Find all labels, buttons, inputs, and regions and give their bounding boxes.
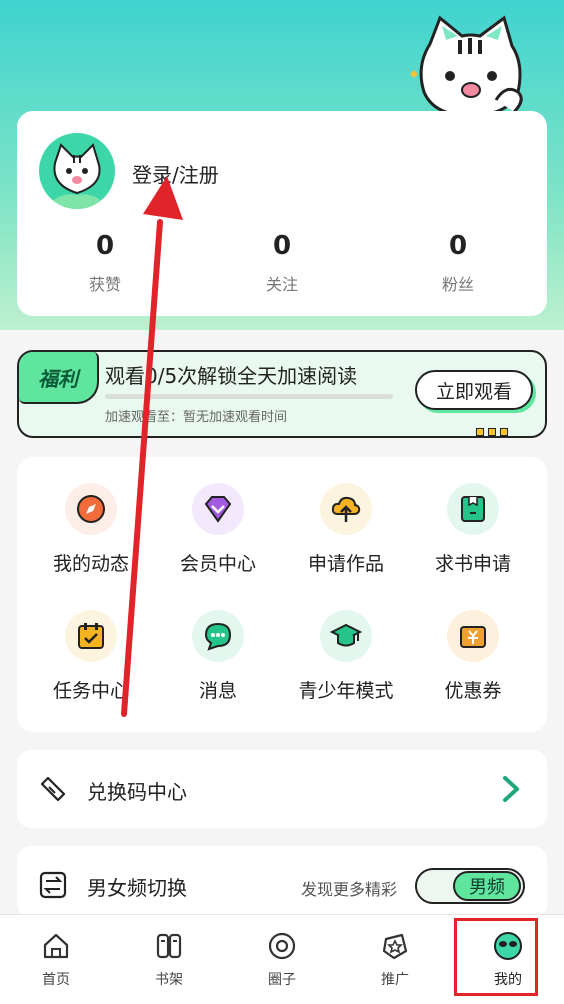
chat-bubble-icon <box>192 610 244 662</box>
stat-likes-value: 0 <box>95 231 115 261</box>
cloud-upload-icon <box>320 483 372 535</box>
circle-icon <box>268 932 296 960</box>
stat-likes-label: 获赞 <box>88 275 121 294</box>
stat-fans[interactable]: 0 粉丝 <box>398 231 518 295</box>
chevron-right-icon <box>503 776 519 802</box>
grid-item-task-center[interactable]: 任务中心 <box>27 610 155 703</box>
tab-label: 圈子 <box>268 972 296 988</box>
welfare-badge: 福利 <box>19 352 99 404</box>
calendar-check-icon <box>65 610 117 662</box>
avatar[interactable] <box>39 133 115 209</box>
tab-label: 推广 <box>381 972 409 988</box>
stat-fans-label: 粉丝 <box>441 275 474 294</box>
grid-item-book-request[interactable]: 求书申请 <box>409 483 537 576</box>
grid-item-apply-work[interactable]: 申请作品 <box>282 483 410 576</box>
diamond-icon <box>192 483 244 535</box>
redeem-code-row[interactable]: 兑换码中心 <box>17 750 547 828</box>
grid-item-messages[interactable]: 消息 <box>154 610 282 703</box>
grid-label: 申请作品 <box>307 553 384 575</box>
tab-circle[interactable]: 圈子 <box>226 915 338 1004</box>
grid-label: 任务中心 <box>52 680 129 702</box>
tab-label: 首页 <box>42 972 70 988</box>
tab-home[interactable]: 首页 <box>0 915 112 1004</box>
compass-icon <box>65 483 117 535</box>
grid-label: 我的动态 <box>52 553 129 575</box>
grid-item-coupons[interactable]: 优惠券 <box>409 610 537 703</box>
promote-star-icon <box>382 933 408 960</box>
tab-promote[interactable]: 推广 <box>339 915 451 1004</box>
book-box-icon <box>447 483 499 535</box>
gender-switch-hint: 发现更多精彩 <box>301 880 398 899</box>
gender-switch-label: 男女频切换 <box>87 876 187 900</box>
grid-label: 青少年模式 <box>298 680 394 702</box>
gender-toggle-value: 男频 <box>453 871 521 901</box>
coupon-icon <box>447 610 499 662</box>
stat-fans-value: 0 <box>448 231 468 261</box>
bookshelf-icon <box>156 933 182 959</box>
banner-subtitle: 加速观看至：暂无加速观看时间 <box>105 410 288 425</box>
cat-avatar-icon <box>45 143 109 209</box>
decorative-dots <box>476 428 508 436</box>
profile-card: 登录/注册 0 获赞 0 关注 0 粉丝 <box>17 111 547 316</box>
stat-following[interactable]: 0 关注 <box>222 231 342 295</box>
feature-grid: 我的动态 会员中心 申请作品 求书申请 任务中心 消息 青少年模式 优惠券 <box>17 457 547 732</box>
ticket-icon <box>40 776 66 802</box>
switch-icon <box>39 871 67 899</box>
grid-label: 优惠券 <box>444 680 502 702</box>
grid-label: 会员中心 <box>179 553 256 575</box>
home-icon <box>43 933 69 959</box>
tab-bookshelf[interactable]: 书架 <box>113 915 225 1004</box>
grid-item-vip-center[interactable]: 会员中心 <box>154 483 282 576</box>
stat-following-value: 0 <box>272 231 292 261</box>
annotation-highlight-box <box>454 918 538 996</box>
grid-label: 消息 <box>198 680 237 702</box>
gender-switch-row: 男女频切换 发现更多精彩 男频 <box>17 846 547 918</box>
gender-toggle[interactable]: 男频 <box>415 868 525 904</box>
login-register-link[interactable]: 登录/注册 <box>132 159 219 188</box>
tab-label: 书架 <box>155 972 183 988</box>
welfare-banner[interactable]: 福利 观看0/5次解锁全天加速阅读 加速观看至：暂无加速观看时间 立即观看 <box>17 350 547 438</box>
graduation-cap-icon <box>320 610 372 662</box>
watch-progress-bar <box>105 394 393 399</box>
banner-title: 观看0/5次解锁全天加速阅读 <box>105 364 358 388</box>
stat-likes[interactable]: 0 获赞 <box>45 231 165 295</box>
watch-now-button[interactable]: 立即观看 <box>415 370 533 410</box>
redeem-label: 兑换码中心 <box>87 780 187 804</box>
grid-item-teen-mode[interactable]: 青少年模式 <box>282 610 410 703</box>
grid-item-my-activity[interactable]: 我的动态 <box>27 483 155 576</box>
stat-following-label: 关注 <box>265 275 298 294</box>
grid-label: 求书申请 <box>434 553 511 575</box>
